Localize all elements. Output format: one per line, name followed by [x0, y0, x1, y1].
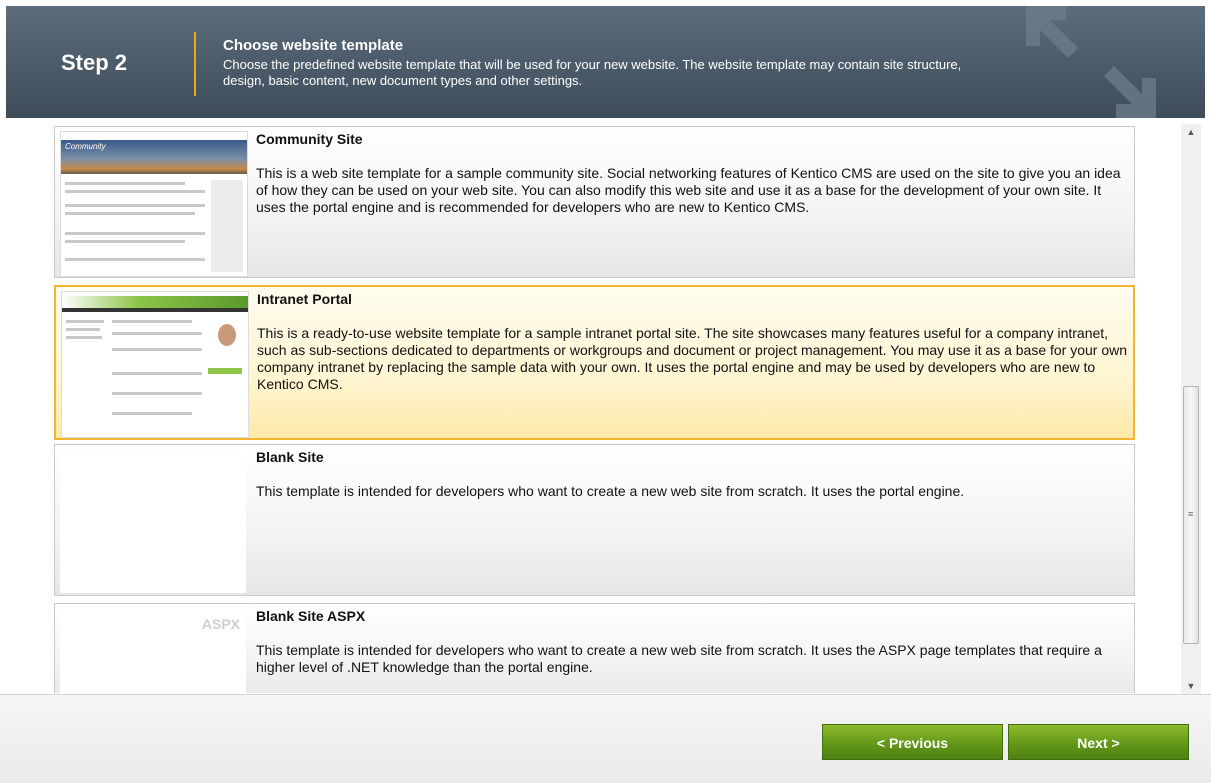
vertical-scrollbar[interactable]: ▲ ≡ ▼ [1181, 124, 1201, 694]
wizard-header: Step 2 Choose website template Choose th… [6, 6, 1205, 118]
template-thumbnail-aspx: ASPX [60, 608, 246, 693]
template-item-blank-site-aspx[interactable]: ASPX Blank Site ASPX This template is in… [54, 603, 1135, 693]
header-description: Choose the predefined website template t… [223, 57, 962, 88]
template-description: This template is intended for developers… [256, 483, 965, 499]
template-thumbnail-blank [60, 449, 246, 593]
header-title: Choose website template [223, 37, 404, 54]
template-item-community-site[interactable]: Community Community Site This is a web s… [54, 126, 1135, 278]
template-title: Blank Site ASPX [256, 608, 366, 624]
template-title: Intranet Portal [257, 291, 352, 307]
next-button[interactable]: Next > [1008, 724, 1189, 760]
step-label: Step 2 [61, 50, 128, 75]
scrollbar-grip-icon: ≡ [1188, 509, 1194, 519]
template-thumbnail-community: Community [60, 131, 248, 277]
arrows-decoration-icon [1026, 6, 1156, 118]
previous-button[interactable]: < Previous [822, 724, 1003, 760]
template-description: This template is intended for developers… [256, 642, 1102, 675]
step-divider [194, 32, 196, 96]
template-description: This is a web site template for a sample… [256, 165, 1121, 215]
template-thumbnail-intranet [61, 291, 249, 438]
community-thumb-label: Community [65, 142, 106, 151]
scroll-down-arrow-icon[interactable]: ▼ [1181, 678, 1201, 694]
template-description: This is a ready-to-use website template … [257, 325, 1128, 392]
template-item-blank-site[interactable]: Blank Site This template is intended for… [54, 444, 1135, 596]
template-item-intranet-portal[interactable]: Intranet Portal This is a ready-to-use w… [54, 285, 1135, 440]
template-list: Community Community Site This is a web s… [6, 118, 1205, 693]
scroll-up-arrow-icon[interactable]: ▲ [1181, 124, 1201, 140]
wizard-footer: < Previous Next > [0, 694, 1211, 783]
template-title: Community Site [256, 131, 363, 147]
template-title: Blank Site [256, 449, 324, 465]
scrollbar-thumb[interactable]: ≡ [1183, 386, 1199, 644]
aspx-thumb-label: ASPX [201, 616, 240, 632]
